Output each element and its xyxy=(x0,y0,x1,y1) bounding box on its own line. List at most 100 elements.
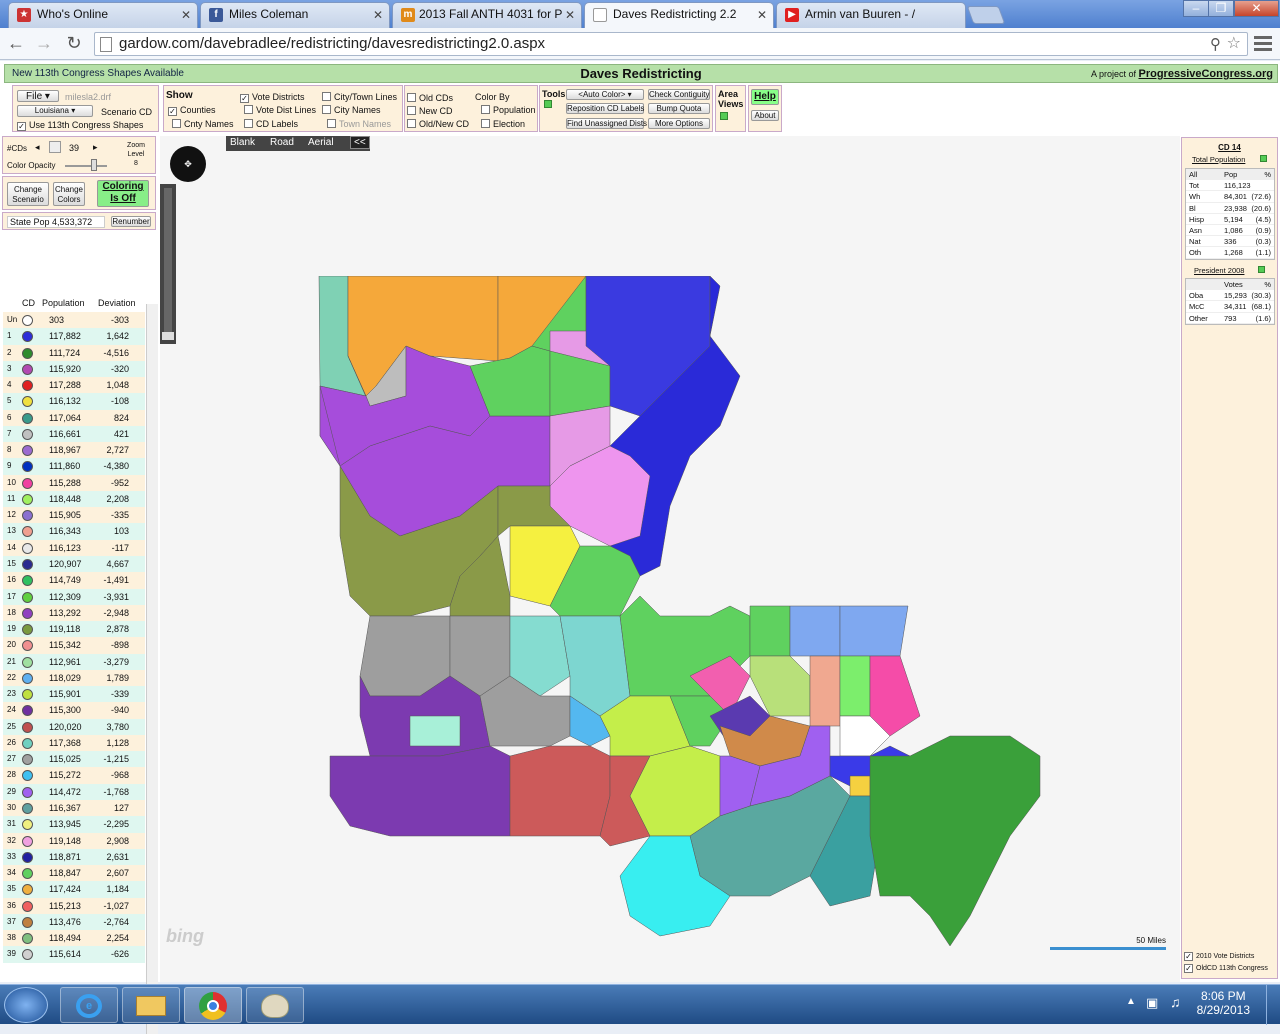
zoom-slider-handle[interactable] xyxy=(162,332,174,340)
close-icon[interactable]: ✕ xyxy=(181,8,191,22)
district-row[interactable]: 36 115,213 -1,027 xyxy=(3,897,145,914)
district-color-swatch[interactable] xyxy=(22,461,33,473)
internet-explorer-icon[interactable]: e xyxy=(60,987,118,1023)
district-row[interactable]: 21 112,961 -3,279 xyxy=(3,653,145,670)
district-row[interactable]: 8 118,967 2,727 xyxy=(3,442,145,459)
district-row[interactable]: 31 113,945 -2,295 xyxy=(3,816,145,833)
check-contiguity-button[interactable]: Check Contiguity xyxy=(648,89,710,100)
district-row[interactable]: 22 118,029 1,789 xyxy=(3,669,145,687)
opacity-slider[interactable] xyxy=(65,165,107,167)
district-row[interactable]: 20 115,342 -898 xyxy=(3,637,145,654)
chrome-icon[interactable] xyxy=(184,987,242,1023)
new-cd-checkbox[interactable]: New CD xyxy=(407,106,453,116)
start-button[interactable] xyxy=(4,987,48,1023)
district-table-scrollbar[interactable] xyxy=(146,304,158,1034)
district-row[interactable]: 35 117,424 1,184 xyxy=(3,881,145,898)
district-color-swatch[interactable] xyxy=(22,477,33,489)
cd-labels-checkbox[interactable]: CD Labels xyxy=(244,119,298,129)
total-population-title[interactable]: Total Population xyxy=(1192,155,1245,164)
town-names-checkbox[interactable]: Town Names xyxy=(327,119,391,129)
district-row[interactable]: 27 115,025 -1,215 xyxy=(3,751,145,768)
district-color-swatch[interactable] xyxy=(22,819,33,831)
district-row[interactable]: 25 120,020 3,780 xyxy=(3,718,145,735)
city-names-checkbox[interactable]: City Names xyxy=(322,105,381,115)
district-color-swatch[interactable] xyxy=(22,672,33,684)
district-color-swatch[interactable] xyxy=(22,868,33,880)
legend-oldcd[interactable]: ✓ OldCD 113th Congress xyxy=(1184,964,1268,973)
tab-anth[interactable]: m 2013 Fall ANTH 4031 for P ✕ xyxy=(392,2,582,28)
auto-color-select[interactable]: <Auto Color> ▾ xyxy=(566,89,644,100)
star-icon[interactable]: ☆ xyxy=(1227,33,1241,55)
old-new-cd-checkbox[interactable]: Old/New CD xyxy=(407,119,469,129)
expand-icon[interactable] xyxy=(1260,155,1267,162)
tools-expand-icon[interactable] xyxy=(544,100,552,108)
show-desktop-button[interactable] xyxy=(1266,985,1280,1025)
district-color-swatch[interactable] xyxy=(22,786,33,798)
close-icon[interactable]: ✕ xyxy=(757,8,767,22)
district-color-swatch[interactable] xyxy=(22,591,33,603)
district-color-swatch[interactable] xyxy=(22,656,33,668)
area-views-expand-icon[interactable] xyxy=(720,112,728,120)
counties-checkbox[interactable]: ✓ Counties xyxy=(168,105,216,116)
district-row[interactable]: Un 303 -303 xyxy=(3,312,145,329)
district-row[interactable]: 26 117,368 1,128 xyxy=(3,734,145,752)
address-bar[interactable]: gardow.com/davebradlee/redistricting/dav… xyxy=(94,32,1248,56)
district-color-swatch[interactable] xyxy=(22,315,33,326)
map-mode-aerial[interactable]: Aerial xyxy=(308,137,334,148)
coloring-toggle-button[interactable]: Coloring Is Off xyxy=(97,180,149,207)
find-unassigned-button[interactable]: Find Unassigned Dists xyxy=(566,118,647,129)
district-row[interactable]: 29 114,472 -1,768 xyxy=(3,783,145,800)
district-row[interactable]: 6 117,064 824 xyxy=(3,409,145,426)
population-checkbox[interactable]: Population xyxy=(481,105,536,115)
ncds-increment[interactable]: ▸ xyxy=(93,142,98,153)
district-color-swatch[interactable] xyxy=(22,900,33,912)
network-icon[interactable]: ▣ xyxy=(1146,995,1158,1011)
expand-icon[interactable] xyxy=(1258,266,1265,273)
district-color-swatch[interactable] xyxy=(22,493,33,505)
tray-expand-icon[interactable]: ▲ xyxy=(1126,996,1136,1007)
district-color-swatch[interactable] xyxy=(22,542,33,554)
district-row[interactable]: 34 118,847 2,607 xyxy=(3,865,145,882)
district-row[interactable]: 24 115,300 -940 xyxy=(3,702,145,719)
zoom-icon[interactable]: ⚲ xyxy=(1210,34,1221,56)
map-mode-blank[interactable]: Blank xyxy=(230,137,255,148)
system-clock[interactable]: 8:06 PM 8/29/2013 xyxy=(1197,989,1250,1017)
district-color-swatch[interactable] xyxy=(22,331,33,343)
legend-vote-districts[interactable]: ✓ 2010 Vote Districts xyxy=(1184,952,1254,961)
collapse-map-controls[interactable]: << xyxy=(350,136,370,149)
use113-checkbox[interactable]: ✓ Use 113th Congress Shapes xyxy=(17,120,143,131)
opacity-slider-handle[interactable] xyxy=(91,159,97,171)
election-checkbox[interactable]: Election xyxy=(481,119,525,129)
file-explorer-icon[interactable] xyxy=(122,987,180,1023)
district-row[interactable]: 1 117,882 1,642 xyxy=(3,328,145,345)
district-color-swatch[interactable] xyxy=(22,835,33,847)
file-button[interactable]: File ▾ xyxy=(17,90,59,102)
district-color-swatch[interactable] xyxy=(22,347,33,359)
district-color-swatch[interactable] xyxy=(22,640,33,652)
district-color-swatch[interactable] xyxy=(22,933,33,945)
minimize-button[interactable]: – xyxy=(1183,0,1209,17)
district-row[interactable]: 23 115,901 -339 xyxy=(3,686,145,703)
reload-icon[interactable]: ↻ xyxy=(62,32,86,56)
district-row[interactable]: 17 112,309 -3,931 xyxy=(3,588,145,605)
old-cds-checkbox[interactable]: Old CDs xyxy=(407,93,453,103)
district-row[interactable]: 4 117,288 1,048 xyxy=(3,377,145,394)
district-color-swatch[interactable] xyxy=(22,689,33,701)
district-row[interactable]: 28 115,272 -968 xyxy=(3,767,145,784)
district-row[interactable]: 11 118,448 2,208 xyxy=(3,490,145,508)
district-row[interactable]: 38 118,494 2,254 xyxy=(3,930,145,947)
district-row[interactable]: 37 113,476 -2,764 xyxy=(3,913,145,931)
tab-armin[interactable]: ▶ Armin van Buuren - / xyxy=(776,2,966,28)
louisiana-district-map[interactable] xyxy=(310,276,1050,956)
back-icon[interactable]: ← xyxy=(4,32,28,56)
maximize-button[interactable]: ❐ xyxy=(1208,0,1234,17)
forward-icon[interactable]: → xyxy=(32,32,56,56)
district-row[interactable]: 3 115,920 -320 xyxy=(3,360,145,378)
about-button[interactable]: About xyxy=(751,110,779,121)
change-scenario-button[interactable]: Change Scenario xyxy=(7,182,49,206)
map-mode-road[interactable]: Road xyxy=(270,137,294,148)
district-color-swatch[interactable] xyxy=(22,737,33,749)
volume-icon[interactable]: ♫ xyxy=(1170,994,1181,1010)
district-color-swatch[interactable] xyxy=(22,916,33,928)
district-row[interactable]: 2 111,724 -4,516 xyxy=(3,344,145,361)
